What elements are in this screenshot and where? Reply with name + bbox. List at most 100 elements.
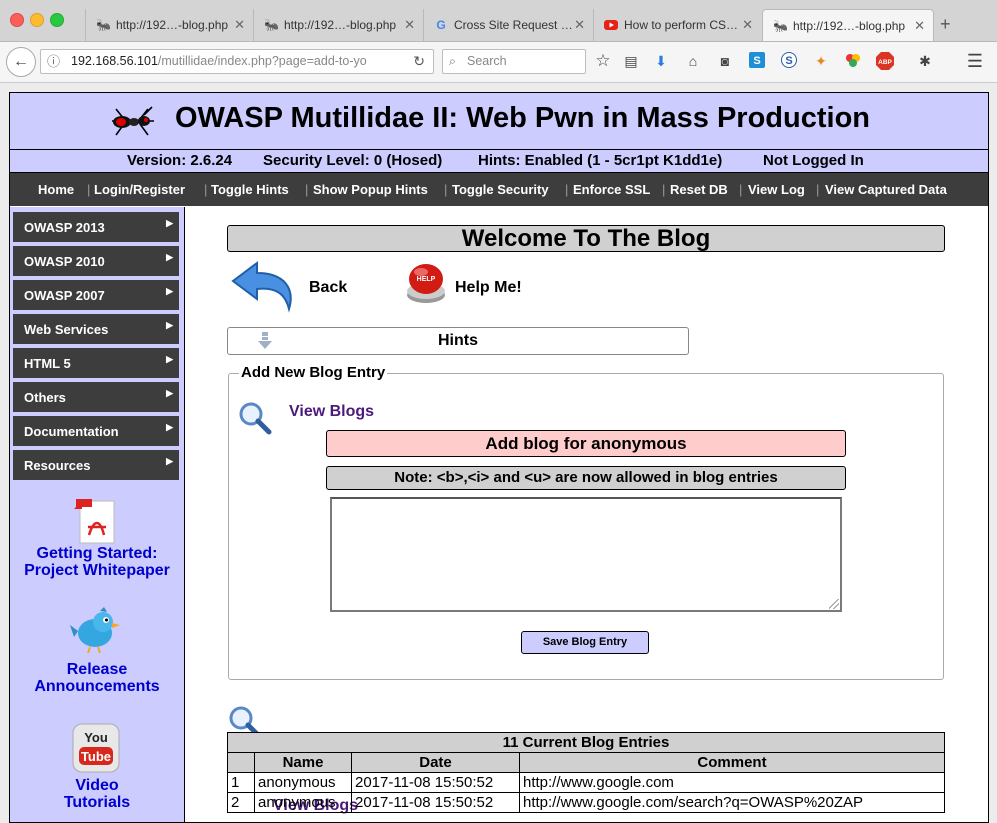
cell-index: 1 [227,772,255,793]
release-announcements-link[interactable]: Release Announcements [10,661,184,695]
fieldset-legend: Add New Blog Entry [239,364,388,381]
svg-text:ABP: ABP [878,59,892,66]
menu-view-captured-data[interactable]: View Captured Data [825,173,947,206]
cell-comment: http://www.google.com [519,772,945,793]
fox-extension-icon[interactable]: ✦ [812,52,830,70]
login-status-text: Not Logged In [763,152,864,169]
blog-entries-table: 11 Current Blog Entries Name Date Commen… [227,732,945,813]
sidebar-item-html5[interactable]: HTML 5 ▶ [13,348,179,379]
triangle-right-icon: ▶ [166,456,173,466]
help-badge-text: HELP [417,276,436,283]
close-tab-icon[interactable]: ✕ [574,9,585,41]
close-tab-icon[interactable]: ✕ [404,9,415,41]
tab-title: http://192…-blog.php [116,18,229,32]
site-title: OWASP Mutillidae II: Web Pwn in Mass Pro… [175,102,870,134]
triangle-right-icon: ▶ [166,286,173,296]
browser-tab-1[interactable]: 🐜 http://192…-blog.php ✕ [85,9,253,41]
home-icon[interactable]: ⌂ [684,52,702,70]
reader-list-icon[interactable]: ▤ [622,52,640,70]
info-icon[interactable]: ⓘ [47,50,60,73]
menu-show-popup-hints[interactable]: Show Popup Hints [313,173,428,206]
back-link[interactable]: Back [309,279,347,297]
save-blog-entry-button[interactable]: Save Blog Entry [521,631,649,654]
back-arrow-icon[interactable] [231,259,297,315]
download-icon[interactable]: ⬇ [652,52,670,70]
sidebar-item-owasp-2013[interactable]: OWASP 2013 ▶ [13,212,179,243]
sidebar-item-others[interactable]: Others ▶ [13,382,179,413]
menu-toggle-security[interactable]: Toggle Security [452,173,549,206]
twitter-bird-icon[interactable] [70,607,122,653]
sidebar-item-web-services[interactable]: Web Services ▶ [13,314,179,345]
triangle-right-icon: ▶ [166,252,173,262]
new-tab-icon[interactable]: + [940,14,951,35]
close-tab-icon[interactable]: ✕ [742,9,753,41]
url-bar[interactable]: ⓘ 192.168.56.101/mutillidae/index.php?pa… [40,49,434,74]
search-icon: ⌕ [449,54,457,68]
bug-extension-icon[interactable]: ✱ [916,52,934,70]
table-row: 2 anonymous 2017-11-08 15:50:52 http://w… [227,792,945,813]
resize-grip-icon[interactable] [829,599,839,609]
page-title: Welcome To The Blog [227,225,945,252]
triangle-right-icon: ▶ [166,218,173,228]
blog-entry-textarea[interactable] [330,497,842,612]
menu-home[interactable]: Home [38,173,74,206]
browser-tab-5-active[interactable]: 🐜 http://192…-blog.php ✕ [762,9,934,41]
cell-date: 2017-11-08 15:50:52 [351,792,520,813]
bookmark-star-icon[interactable]: ☆ [594,52,612,70]
menu-toggle-hints[interactable]: Toggle Hints [211,173,289,206]
sidebar-item-documentation[interactable]: Documentation ▶ [13,416,179,447]
svg-text:S: S [753,55,760,67]
cell-index: 2 [227,792,255,813]
youtube-logo-icon[interactable]: You Tube [72,723,120,773]
skype-s-icon[interactable]: S [748,52,766,70]
getting-started-link[interactable]: Getting Started: Project Whitepaper [10,545,184,579]
version-text: Version: 2.6.24 [127,152,233,169]
sidebar-item-owasp-2010[interactable]: OWASP 2010 ▶ [13,246,179,277]
close-tab-icon[interactable]: ✕ [234,9,245,41]
close-tab-icon[interactable]: ✕ [914,10,925,41]
status-bar: Version: 2.6.24 Security Level: 0 (Hosed… [10,150,988,173]
header-index [227,752,255,773]
add-blog-heading: Add blog for anonymous [326,430,846,457]
video-tutorials-link[interactable]: Video Tutorials [10,777,184,811]
hints-toggle-bar[interactable]: Hints [227,327,689,355]
zoom-window-button[interactable] [50,13,64,27]
browser-nav-bar: ← ⓘ 192.168.56.101/mutillidae/index.php?… [0,42,997,83]
reload-icon[interactable]: ↻ [413,50,425,73]
menu-login-register[interactable]: Login/Register [94,173,185,206]
note-heading: Note: <b>,<i> and <u> are now allowed in… [326,466,846,490]
youtube-tube-text: Tube [81,749,111,764]
browser-tab-4[interactable]: How to perform CS… ✕ [593,9,761,41]
site-header: OWASP Mutillidae II: Web Pwn in Mass Pro… [10,93,988,150]
minimize-window-button[interactable] [30,13,44,27]
close-window-button[interactable] [10,13,24,27]
color-dots-icon[interactable] [844,52,862,70]
youtube-icon [604,18,618,32]
pocket-icon[interactable]: ◙ [716,52,734,70]
menu-view-log[interactable]: View Log [748,173,805,206]
top-menu-bar: Home | Login/Register | Toggle Hints | S… [10,173,988,206]
browser-search-input[interactable]: ⌕ Search [442,49,586,74]
hints-label: Hints [438,332,478,349]
view-blogs-link[interactable]: View Blogs [289,403,374,421]
help-button-icon[interactable]: HELP [405,261,447,305]
cell-name: anonymous [254,792,352,813]
triangle-right-icon: ▶ [166,422,173,432]
help-me-link[interactable]: Help Me! [455,279,522,297]
menu-reset-db[interactable]: Reset DB [670,173,728,206]
adblock-plus-icon[interactable]: ABP [876,52,894,70]
menu-enforce-ssl[interactable]: Enforce SSL [573,173,650,206]
browser-tab-2[interactable]: 🐜 http://192…-blog.php ✕ [253,9,423,41]
s-circle-icon[interactable]: S [780,52,798,70]
sidebar-item-resources[interactable]: Resources ▶ [13,450,179,481]
browser-tab-3[interactable]: G Cross Site Request … ✕ [423,9,593,41]
security-level-text: Security Level: 0 (Hosed) [263,152,443,169]
browser-tab-strip: 🐜 http://192…-blog.php ✕ 🐜 http://192…-b… [0,0,997,42]
sidebar-item-owasp-2007[interactable]: OWASP 2007 ▶ [13,280,179,311]
magnifier-icon[interactable] [238,401,272,435]
browser-back-button[interactable]: ← [6,47,36,77]
pdf-file-icon[interactable] [74,497,120,545]
hints-status-text: Hints: Enabled (1 - 5cr1pt K1dd1e) [478,152,723,169]
hamburger-menu-icon[interactable]: ☰ [966,52,984,70]
triangle-right-icon: ▶ [166,388,173,398]
